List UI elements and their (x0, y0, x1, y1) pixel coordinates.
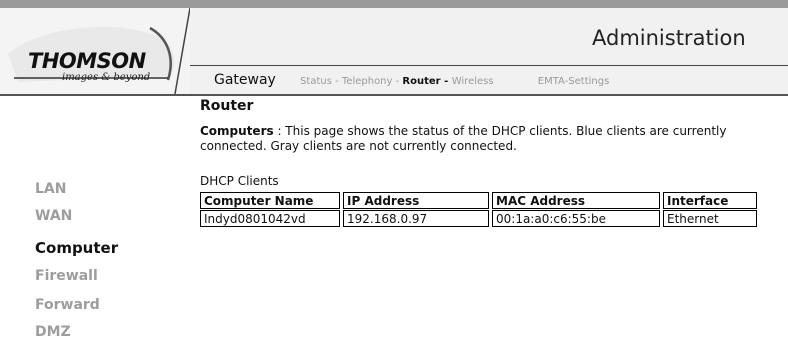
header-divider (190, 65, 788, 66)
cell-ip-address: 192.168.0.97 (343, 210, 489, 227)
brand-name: THOMSON (28, 49, 146, 73)
nav-status[interactable]: Status (300, 76, 332, 87)
sidebar-item-forward[interactable]: Forward (35, 297, 100, 313)
sidebar-item-firewall[interactable]: Firewall (35, 268, 98, 284)
logo: THOMSON images & beyond (0, 8, 190, 94)
page-description: Computers : This page shows the status o… (200, 124, 770, 154)
cell-interface: Ethernet (663, 210, 757, 227)
nav-emta-settings[interactable]: EMTA-Settings (538, 76, 610, 87)
sidebar: LAN WAN Computer Firewall Forward DMZ (0, 96, 190, 340)
nav-wireless[interactable]: Wireless (452, 76, 494, 87)
column-header: Computer Name (200, 192, 340, 209)
table-header-row: Computer Name IP Address MAC Address Int… (200, 192, 757, 209)
top-bar (0, 0, 788, 8)
nav-sep: - (331, 76, 342, 87)
sidebar-item-wan[interactable]: WAN (35, 208, 72, 224)
table-caption: DHCP Clients (200, 174, 279, 188)
column-header: Interface (663, 192, 757, 209)
column-header: MAC Address (492, 192, 660, 209)
section-title: Router (200, 98, 254, 114)
nav-telephony[interactable]: Telephony (342, 76, 393, 87)
cell-mac-address: 00:1a:a0:c6:55:be (492, 210, 660, 227)
description-text: : This page shows the status of the DHCP… (200, 124, 727, 153)
dhcp-clients-table: Computer Name IP Address MAC Address Int… (197, 191, 760, 228)
nav-sep: - (440, 76, 452, 87)
sidebar-item-computer[interactable]: Computer (35, 239, 118, 257)
column-header: IP Address (343, 192, 489, 209)
top-nav: Gateway Status - Telephony - Router - Wi… (214, 69, 609, 88)
nav-router[interactable]: Router (402, 76, 440, 87)
description-lead: Computers (200, 124, 274, 138)
table-row: Indyd0801042vd 192.168.0.97 00:1a:a0:c6:… (200, 210, 757, 227)
sidebar-item-lan[interactable]: LAN (35, 181, 66, 197)
nav-gateway[interactable]: Gateway (214, 72, 276, 88)
brand-tagline: images & beyond (62, 72, 151, 83)
nav-sep: - (392, 76, 403, 87)
page-header-title: Administration (592, 26, 746, 50)
sidebar-item-dmz[interactable]: DMZ (35, 324, 71, 340)
cell-computer-name: Indyd0801042vd (200, 210, 340, 227)
